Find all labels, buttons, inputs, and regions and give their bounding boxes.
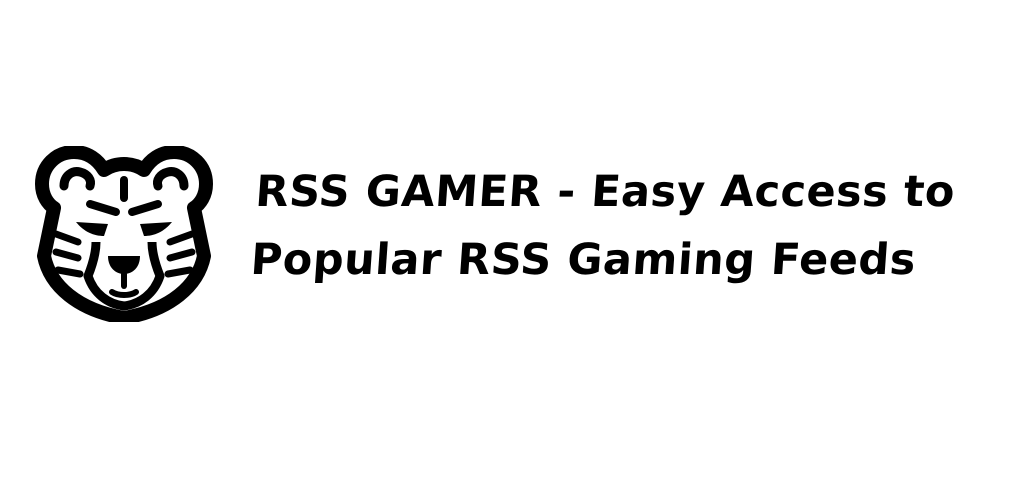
headline-line-1: RSS GAMER - Easy Access to <box>253 167 957 217</box>
headline-line-2: Popular RSS Gaming Feeds <box>249 235 918 285</box>
banner-headline: RSS GAMER - Easy Access to Popular RSS G… <box>248 158 998 294</box>
feature-banner: RSS GAMER - Easy Access to Popular RSS G… <box>0 0 1024 500</box>
tiger-head-icon <box>34 146 214 322</box>
